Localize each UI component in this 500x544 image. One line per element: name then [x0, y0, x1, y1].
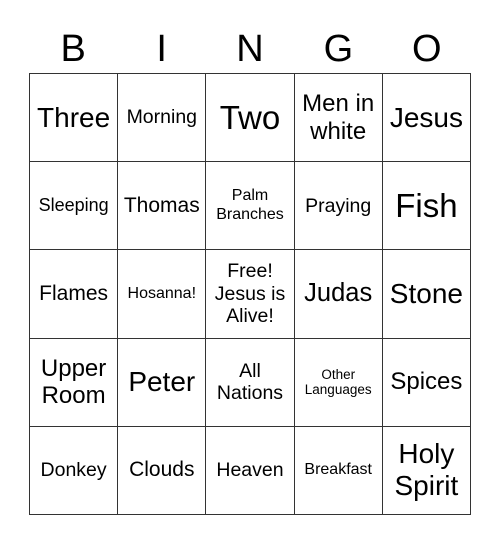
bingo-cell[interactable]: Flames [30, 250, 119, 339]
bingo-cell[interactable]: Heaven [206, 426, 295, 515]
bingo-cell[interactable]: Clouds [118, 426, 207, 515]
bingo-cell[interactable]: Sleeping [30, 162, 119, 251]
header-letter-g: G [323, 28, 354, 70]
header-letter-o: O [412, 28, 442, 70]
bingo-cell[interactable]: Men in white [294, 74, 383, 163]
bingo-cell[interactable]: Breakfast [294, 426, 383, 515]
bingo-cell[interactable]: Upper Room [30, 338, 119, 427]
bingo-cell[interactable]: Praying [294, 162, 383, 251]
bingo-cell[interactable]: Judas [294, 250, 383, 339]
bingo-cell[interactable]: Three [30, 74, 119, 163]
bingo-cell[interactable]: Two [206, 74, 295, 163]
bingo-cell[interactable]: Stone [382, 250, 471, 339]
bingo-cell[interactable]: Palm Branches [206, 162, 295, 251]
bingo-cell[interactable]: Holy Spirit [382, 426, 471, 515]
bingo-cell[interactable]: All Nations [206, 338, 295, 427]
bingo-cell-free[interactable]: Free! Jesus is Alive! [206, 250, 295, 339]
bingo-grid: Three Morning Two Men in white Jesus Sle… [29, 73, 471, 515]
bingo-cell[interactable]: Hosanna! [118, 250, 207, 339]
bingo-cell[interactable]: Jesus [382, 74, 471, 163]
bingo-cell[interactable]: Fish [382, 162, 471, 251]
header-letter-i: I [156, 28, 167, 70]
header-letter-n: N [236, 28, 264, 70]
header-letter-b: B [60, 28, 86, 70]
bingo-cell[interactable]: Donkey [30, 426, 119, 515]
bingo-header: B I N G O [29, 26, 471, 72]
bingo-cell[interactable]: Morning [118, 74, 207, 163]
bingo-cell[interactable]: Thomas [118, 162, 207, 251]
bingo-cell[interactable]: Spices [382, 338, 471, 427]
bingo-cell[interactable]: Peter [118, 338, 207, 427]
bingo-cell[interactable]: Other Languages [294, 338, 383, 427]
